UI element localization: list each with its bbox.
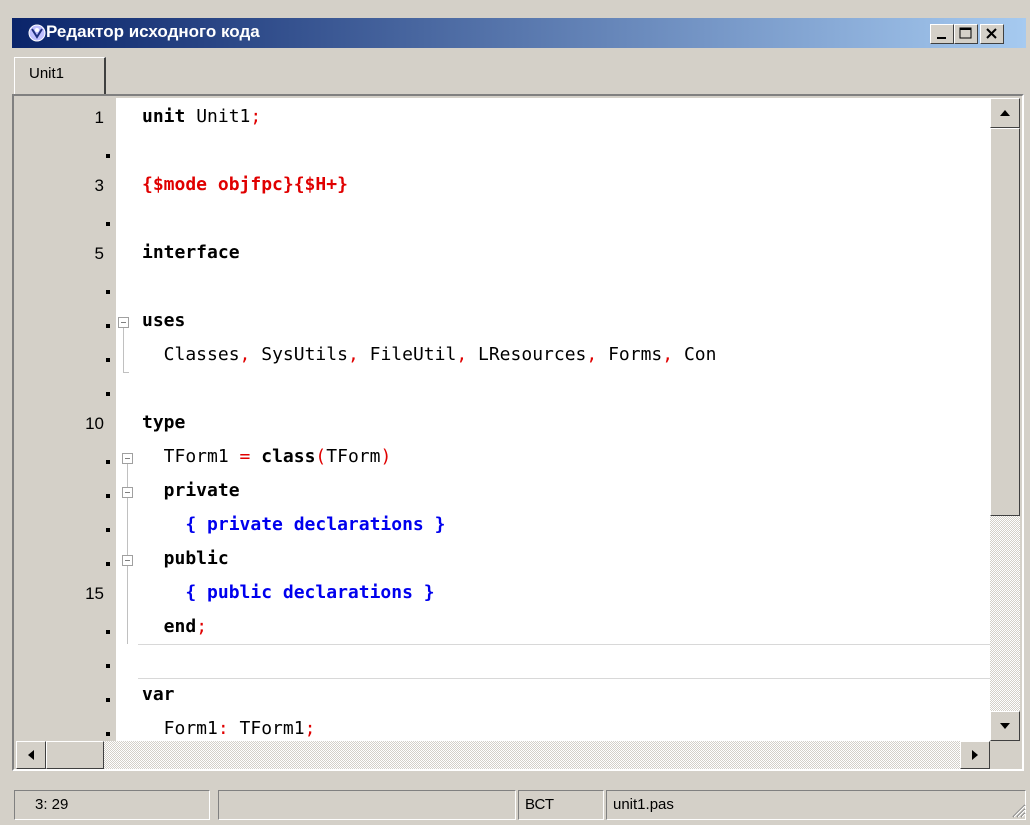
code-line: { private declarations }: [142, 514, 446, 535]
line-marker: [106, 664, 110, 668]
line-number: 10: [85, 414, 104, 433]
app-icon: [28, 24, 46, 42]
close-icon: [986, 28, 997, 39]
line-marker: [106, 358, 110, 362]
line-marker: [106, 392, 110, 396]
code-line: end;: [142, 616, 208, 637]
line-marker: [106, 732, 110, 736]
title-bar[interactable]: Редактор исходного кода: [12, 18, 1026, 48]
line-number: 15: [85, 584, 104, 603]
arrow-left-icon: [28, 750, 34, 760]
code-line: unit Unit1;: [142, 106, 262, 127]
close-button[interactable]: [980, 24, 1004, 44]
scroll-left-button[interactable]: [16, 741, 46, 769]
scroll-corner: [990, 741, 1020, 769]
code-line: {$mode objfpc}{$H+}: [142, 174, 348, 195]
minimize-icon: [937, 37, 946, 39]
vertical-scrollbar[interactable]: [990, 98, 1020, 741]
size-grip-icon[interactable]: [1010, 802, 1026, 818]
line-marker: [106, 290, 110, 294]
line-marker: [106, 324, 110, 328]
modified-indicator: [218, 790, 516, 820]
fold-icon[interactable]: [118, 317, 129, 328]
maximize-button[interactable]: [954, 24, 978, 44]
arrow-up-icon: [1000, 110, 1010, 116]
scroll-right-button[interactable]: [960, 741, 990, 769]
line-number: 5: [94, 244, 104, 263]
code-line: var: [142, 684, 175, 705]
code-line: { public declarations }: [142, 582, 435, 603]
arrow-down-icon: [1000, 723, 1010, 729]
minimize-button[interactable]: [930, 24, 954, 44]
line-marker: [106, 494, 110, 498]
code-line: public: [142, 548, 229, 569]
line-marker: [106, 698, 110, 702]
line-number: 1: [94, 108, 104, 127]
source-editor-window: Редактор исходного кода Unit1 1 3 5 10 1…: [0, 0, 1030, 825]
line-number-gutter: 1 3 5 10 15: [16, 98, 116, 741]
fold-icon[interactable]: [122, 555, 133, 566]
horizontal-scroll-thumb[interactable]: [46, 741, 104, 769]
window-title: Редактор исходного кода: [46, 22, 260, 41]
line-marker: [106, 460, 110, 464]
code-line: private: [142, 480, 240, 501]
tab-label: Unit1: [29, 65, 65, 82]
fold-icon[interactable]: [122, 487, 133, 498]
code-line: TForm1 = class(TForm): [142, 446, 392, 467]
code-area[interactable]: unit Unit1; {$mode objfpc}{$H+} interfac…: [116, 98, 990, 741]
code-line: Classes, SysUtils, FileUtil, LResources,…: [142, 344, 717, 365]
status-bar: 3: 29 ВСТ unit1.pas: [12, 786, 1026, 822]
scroll-up-button[interactable]: [990, 98, 1020, 128]
fold-icon[interactable]: [122, 453, 133, 464]
code-line: uses: [142, 310, 186, 331]
line-marker: [106, 154, 110, 158]
cursor-position: 3: 29: [14, 790, 210, 820]
line-marker: [106, 630, 110, 634]
line-marker: [106, 222, 110, 226]
line-number: 3: [94, 176, 104, 195]
code-line: type: [142, 412, 186, 433]
arrow-right-icon: [972, 750, 978, 760]
code-line: Form1: TForm1;: [142, 718, 316, 739]
maximize-icon: [959, 27, 972, 39]
insert-mode: ВСТ: [518, 790, 604, 820]
vertical-scroll-thumb[interactable]: [990, 128, 1020, 516]
horizontal-scrollbar[interactable]: [16, 741, 990, 769]
file-name: unit1.pas: [606, 790, 1026, 820]
line-marker: [106, 528, 110, 532]
scroll-down-button[interactable]: [990, 711, 1020, 741]
code-line: interface: [142, 242, 240, 263]
line-marker: [106, 562, 110, 566]
tab-unit1[interactable]: Unit1: [14, 57, 106, 95]
